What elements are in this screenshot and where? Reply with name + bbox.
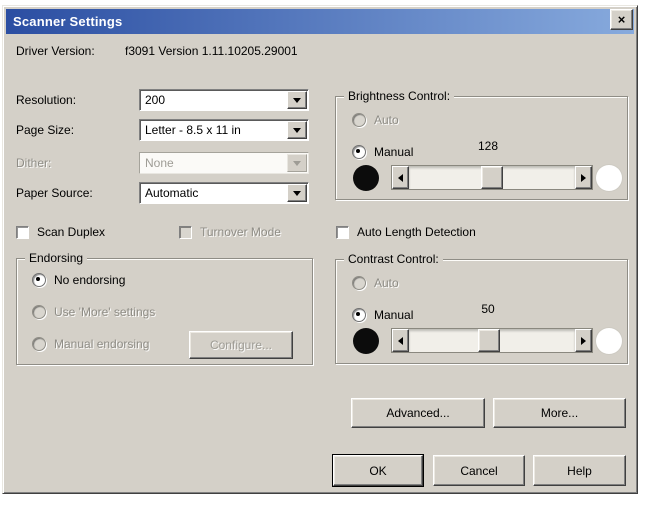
advanced-button[interactable]: Advanced...: [351, 398, 485, 428]
brightness-manual-option[interactable]: Manual: [352, 145, 413, 159]
resolution-dropdown[interactable]: 200: [139, 89, 309, 111]
endorsing-group-label: Endorsing: [25, 251, 87, 265]
brightness-slider-left-button[interactable]: [392, 166, 409, 189]
page-size-label: Page Size:: [16, 123, 74, 137]
chevron-down-icon: [293, 161, 301, 166]
page-size-dropdown-button[interactable]: [287, 121, 307, 139]
configure-button-label: Configure...: [210, 338, 272, 352]
brightness-light-end-icon: [596, 165, 622, 191]
scan-duplex-label: Scan Duplex: [37, 225, 105, 239]
close-icon: ×: [618, 13, 626, 26]
radio-icon: [352, 113, 366, 127]
advanced-button-label: Advanced...: [386, 406, 449, 420]
window-title: Scanner Settings: [13, 14, 122, 29]
cancel-button[interactable]: Cancel: [433, 455, 525, 486]
title-bar[interactable]: Scanner Settings: [6, 9, 634, 34]
cancel-button-label: Cancel: [460, 464, 497, 478]
brightness-slider-track[interactable]: [409, 166, 575, 189]
close-button[interactable]: ×: [610, 9, 633, 30]
contrast-slider-left-button[interactable]: [392, 329, 409, 352]
radio-checked-icon[interactable]: [352, 145, 366, 159]
chevron-down-icon: [293, 191, 301, 196]
dither-value: None: [139, 152, 309, 174]
scan-duplex-option[interactable]: Scan Duplex: [16, 225, 105, 239]
radio-checked-icon[interactable]: [32, 273, 46, 287]
contrast-manual-option[interactable]: Manual: [352, 308, 413, 322]
help-button[interactable]: Help: [533, 455, 626, 486]
contrast-manual-label: Manual: [374, 308, 413, 322]
endorsing-group: Endorsing No endorsing Use 'More' settin…: [16, 258, 313, 365]
paper-source-value[interactable]: Automatic: [139, 182, 309, 204]
page-size-value[interactable]: Letter - 8.5 x 11 in: [139, 119, 309, 141]
resolution-label: Resolution:: [16, 93, 76, 107]
checkbox-icon[interactable]: [336, 226, 349, 239]
auto-length-detection-option[interactable]: Auto Length Detection: [336, 225, 476, 239]
more-button[interactable]: More...: [493, 398, 626, 428]
chevron-down-icon: [293, 128, 301, 133]
contrast-value: 50: [448, 302, 528, 316]
checkbox-icon: [179, 226, 192, 239]
manual-endorsing-label: Manual endorsing: [54, 337, 149, 351]
turnover-mode-option: Turnover Mode: [179, 225, 281, 239]
contrast-group-label: Contrast Control:: [344, 252, 443, 266]
dither-label: Dither:: [16, 156, 51, 170]
scanner-settings-dialog: Scanner Settings × Driver Version: f3091…: [2, 5, 638, 494]
resolution-value[interactable]: 200: [139, 89, 309, 111]
manual-endorsing-option: Manual endorsing: [32, 337, 149, 351]
turnover-mode-label: Turnover Mode: [200, 225, 281, 239]
radio-icon: [352, 276, 366, 290]
driver-version-label: Driver Version:: [16, 44, 95, 58]
contrast-slider[interactable]: [391, 328, 593, 353]
ok-button[interactable]: OK: [333, 455, 423, 486]
contrast-dark-end-icon: [353, 328, 379, 354]
brightness-value: 128: [448, 139, 528, 153]
resolution-dropdown-button[interactable]: [287, 91, 307, 109]
paper-source-dropdown[interactable]: Automatic: [139, 182, 309, 204]
dither-dropdown: None: [139, 152, 309, 174]
brightness-auto-option: Auto: [352, 113, 399, 127]
contrast-control-group: Contrast Control: Auto Manual 50: [335, 259, 628, 364]
contrast-slider-thumb[interactable]: [478, 329, 500, 352]
more-button-label: More...: [541, 406, 578, 420]
no-endorsing-label: No endorsing: [54, 273, 125, 287]
brightness-control-group: Brightness Control: Auto Manual 128: [335, 96, 628, 200]
contrast-slider-right-button[interactable]: [575, 329, 592, 352]
ok-button-label: OK: [369, 464, 386, 478]
driver-version-value: f3091 Version 1.11.10205.29001: [125, 44, 298, 58]
no-endorsing-option[interactable]: No endorsing: [32, 273, 125, 287]
contrast-auto-label: Auto: [374, 276, 399, 290]
radio-icon: [32, 305, 46, 319]
brightness-dark-end-icon: [353, 165, 379, 191]
brightness-slider[interactable]: [391, 165, 593, 190]
brightness-auto-label: Auto: [374, 113, 399, 127]
contrast-auto-option: Auto: [352, 276, 399, 290]
radio-checked-icon[interactable]: [352, 308, 366, 322]
contrast-slider-track[interactable]: [409, 329, 575, 352]
brightness-manual-label: Manual: [374, 145, 413, 159]
auto-length-detection-label: Auto Length Detection: [357, 225, 476, 239]
help-button-label: Help: [567, 464, 592, 478]
chevron-down-icon: [293, 98, 301, 103]
use-more-settings-label: Use 'More' settings: [54, 305, 155, 319]
contrast-light-end-icon: [596, 328, 622, 354]
brightness-group-label: Brightness Control:: [344, 89, 454, 103]
paper-source-dropdown-button[interactable]: [287, 184, 307, 202]
checkbox-icon[interactable]: [16, 226, 29, 239]
radio-icon: [32, 337, 46, 351]
arrow-right-icon: [581, 337, 586, 345]
arrow-left-icon: [398, 337, 403, 345]
use-more-settings-option: Use 'More' settings: [32, 305, 155, 319]
arrow-right-icon: [581, 174, 586, 182]
paper-source-label: Paper Source:: [16, 186, 93, 200]
dither-dropdown-button: [287, 154, 307, 172]
arrow-left-icon: [398, 174, 403, 182]
brightness-slider-thumb[interactable]: [481, 166, 503, 189]
configure-button: Configure...: [189, 331, 293, 359]
brightness-slider-right-button[interactable]: [575, 166, 592, 189]
page-size-dropdown[interactable]: Letter - 8.5 x 11 in: [139, 119, 309, 141]
